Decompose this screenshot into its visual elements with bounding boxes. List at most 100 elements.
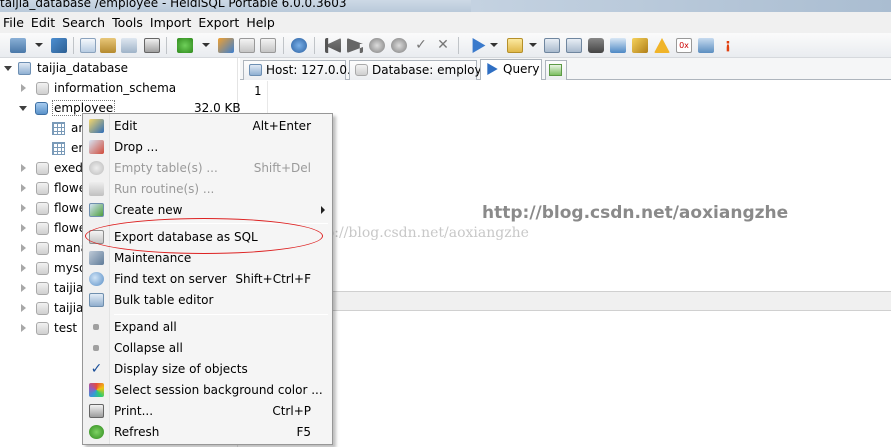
exclamation-icon[interactable]: ¡ xyxy=(720,38,736,53)
menu-export[interactable]: Export xyxy=(195,15,243,30)
tab-database[interactable]: Database: employee xyxy=(349,60,496,80)
watermark-bold: http://blog.csdn.net/aoxiangzhe xyxy=(482,203,789,223)
expand-arrow-icon[interactable] xyxy=(21,244,26,252)
run-routine-icon xyxy=(89,182,104,196)
query-helpers-icon[interactable] xyxy=(610,38,626,53)
menu-item-display-size[interactable]: ✓ Display size of objects xyxy=(83,359,332,380)
menu-separator xyxy=(114,314,328,315)
tree-node[interactable]: information_schema xyxy=(0,79,238,98)
line-number: 1 xyxy=(254,84,262,98)
session-manager-icon[interactable] xyxy=(10,38,26,53)
database-icon xyxy=(36,302,49,315)
toolbar-separator xyxy=(166,37,167,54)
export-icon[interactable] xyxy=(260,38,276,53)
last-record-icon[interactable] xyxy=(347,38,363,53)
collapse-arrow-icon[interactable] xyxy=(4,66,12,71)
menu-item-background-color[interactable]: Select session background color ... xyxy=(83,380,332,401)
server-icon xyxy=(249,64,262,76)
expand-arrow-icon[interactable] xyxy=(21,284,26,292)
search-icon xyxy=(89,272,104,286)
menu-item-label: Find text on server xyxy=(114,272,227,286)
edit-icon xyxy=(89,119,104,133)
menu-import[interactable]: Import xyxy=(147,15,196,30)
tab-query[interactable]: Query xyxy=(480,59,542,80)
delete-record-icon[interactable] xyxy=(391,38,407,53)
refresh-icon xyxy=(89,425,104,439)
chevron-down-icon[interactable] xyxy=(202,43,210,47)
database-icon xyxy=(36,282,49,295)
refresh-icon[interactable] xyxy=(177,38,193,53)
toolbar: ✓ ✕ 0x ¡ xyxy=(0,33,891,58)
menu-item-collapse-all[interactable]: Collapse all xyxy=(83,338,332,359)
binoculars-icon[interactable] xyxy=(588,38,604,53)
menu-tools[interactable]: Tools xyxy=(109,15,147,30)
submenu-arrow-icon xyxy=(321,206,325,214)
collapse-arrow-icon[interactable] xyxy=(19,106,27,111)
toolbar-separator xyxy=(73,37,74,54)
first-record-icon[interactable] xyxy=(325,38,341,53)
warning-icon[interactable] xyxy=(654,38,670,53)
create-new-icon xyxy=(89,203,104,217)
wrench-icon xyxy=(89,251,104,265)
menu-item-drop[interactable]: Drop ... xyxy=(83,137,332,158)
menu-item-label: Print... xyxy=(114,404,154,418)
expand-arrow-icon[interactable] xyxy=(21,264,26,272)
menu-item-print[interactable]: Print... Ctrl+P xyxy=(83,401,332,422)
disconnect-icon[interactable] xyxy=(51,38,67,53)
menu-item-label: Edit xyxy=(114,119,138,133)
explain-icon[interactable]: 0x xyxy=(676,38,692,53)
menu-item-shortcut: Shift+Ctrl+F xyxy=(235,272,311,286)
chevron-down-icon[interactable] xyxy=(35,43,43,47)
menu-edit[interactable]: Edit xyxy=(28,15,59,30)
database-icon xyxy=(36,222,49,235)
expand-arrow-icon[interactable] xyxy=(21,164,26,172)
expand-arrow-icon[interactable] xyxy=(21,84,26,92)
menu-item-edit[interactable]: Edit Alt+Enter xyxy=(83,116,332,137)
editor-results-splitter[interactable] xyxy=(240,291,891,311)
new-query-tab-button[interactable] xyxy=(545,60,567,80)
tab-host[interactable]: Host: 127.0.0.1 xyxy=(243,60,358,80)
menu-item-bulk-table-editor[interactable]: Bulk table editor xyxy=(83,290,332,311)
insert-record-icon[interactable] xyxy=(369,38,385,53)
load-sql-icon[interactable] xyxy=(507,38,523,53)
word-wrap-icon[interactable] xyxy=(698,38,714,53)
tree-node-label: test xyxy=(54,321,78,335)
print-icon[interactable] xyxy=(144,38,160,53)
print-icon xyxy=(89,404,104,418)
cancel-record-icon[interactable]: ✕ xyxy=(435,38,451,53)
tree-root-node[interactable]: taijia_database xyxy=(0,59,238,78)
menu-file[interactable]: File xyxy=(0,15,28,30)
menu-bar: File Edit Search Tools Import Export Hel… xyxy=(0,12,891,33)
help-icon[interactable] xyxy=(291,38,307,53)
post-record-icon[interactable]: ✓ xyxy=(413,38,429,53)
menu-item-find-text[interactable]: Find text on server Shift+Ctrl+F xyxy=(83,269,332,290)
paste-icon[interactable] xyxy=(100,38,116,53)
menu-item-label: Display size of objects xyxy=(114,362,248,376)
menu-item-refresh[interactable]: Refresh F5 xyxy=(83,422,332,443)
tab-host-label: Host: 127.0.0.1 xyxy=(266,63,359,77)
run-query-icon[interactable] xyxy=(472,38,486,53)
import-icon[interactable] xyxy=(239,38,255,53)
expand-arrow-icon[interactable] xyxy=(21,184,26,192)
expand-all-icon xyxy=(93,324,99,330)
menu-search[interactable]: Search xyxy=(59,15,109,30)
menu-help[interactable]: Help xyxy=(243,15,279,30)
menu-item-run-routines[interactable]: Run routine(s) ... xyxy=(83,179,332,200)
expand-arrow-icon[interactable] xyxy=(21,304,26,312)
sql-editor[interactable]: 1 xyxy=(240,81,891,291)
database-icon xyxy=(36,82,49,95)
chevron-down-icon[interactable] xyxy=(529,43,537,47)
menu-item-expand-all[interactable]: Expand all xyxy=(83,317,332,338)
copy-icon[interactable] xyxy=(80,38,96,53)
expand-arrow-icon[interactable] xyxy=(21,324,26,332)
chevron-down-icon[interactable] xyxy=(490,43,498,47)
menu-item-empty-tables[interactable]: Empty table(s) ... Shift+Del xyxy=(83,158,332,179)
user-manager-icon[interactable] xyxy=(218,38,234,53)
pencil-icon[interactable] xyxy=(632,38,648,53)
undo-icon[interactable] xyxy=(121,38,137,53)
database-icon xyxy=(36,262,49,275)
save-snippet-icon[interactable] xyxy=(566,38,582,53)
expand-arrow-icon[interactable] xyxy=(21,204,26,212)
expand-arrow-icon[interactable] xyxy=(21,224,26,232)
save-sql-icon[interactable] xyxy=(544,38,560,53)
